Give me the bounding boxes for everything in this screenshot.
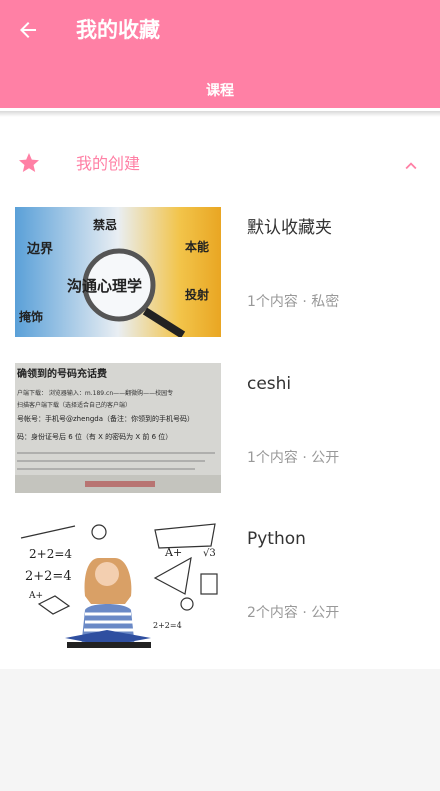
thumb-word: 掩饰 [19,309,43,324]
thumb-line: 号帐号：手机号@zhengda（备注：你领到的手机号码） [17,414,194,423]
thumb-word: √3 [203,548,216,559]
list-item[interactable]: 2+2=4 2+2=4 2+2=4 A+ A+ √3 Python 2个内容 ·… [0,518,440,648]
thumb-word: 2+2=4 [153,621,182,630]
section-label: 我的创建 [76,154,141,173]
thumb-line: 确领到的号码充话费 [17,367,107,380]
item-meta: 2个内容 · 公开 [247,605,340,621]
thumbnail-image: 确领到的号码充话费 户端下载： 浏览器输入：m.189.cn——翻微购——校园专… [15,363,221,493]
section-header-my-created[interactable]: 我的创建 [0,135,440,193]
arrow-left-icon [20,22,36,38]
header-shadow [0,111,440,117]
thumb-word: 边界 [26,241,53,257]
tab-course[interactable]: 课程 [0,70,440,110]
thumb-word: 禁忌 [93,217,117,232]
item-title: 默认收藏夹 [247,218,332,238]
list-item[interactable]: 确领到的号码充话费 户端下载： 浏览器输入：m.189.cn——翻微购——校园专… [0,363,440,493]
thumb-word: A+ [28,591,43,601]
thumb-word: A+ [164,546,182,559]
chevron-up-icon[interactable] [400,155,422,177]
thumb-line: 扫描客户端下载（选择适合自己的客户端） [17,401,131,409]
item-meta: 1个内容 · 私密 [247,294,340,310]
back-button[interactable] [14,16,42,44]
thumb-word: 投射 [185,287,209,302]
item-title: Python [247,529,306,549]
thumb-line: 码：身份证号后 6 位（有 X 的密码为 X 前 6 位） [17,432,172,441]
thumb-word: 本能 [185,239,209,254]
thumb-line: 户端下载： 浏览器输入：m.189.cn——翻微购——校园专 [17,389,173,397]
thumb-word: 沟通心理学 [67,277,142,295]
star-icon [19,153,39,172]
thumbnail-image: 禁忌 边界 本能 沟通心理学 掩饰 投射 [15,207,221,337]
page-title: 我的收藏 [76,18,160,42]
content-panel: 我的创建 禁忌 边界 本能 沟通心理学 掩饰 投射 默认收藏夹 1个内容 · 私… [0,111,440,669]
item-title: ceshi [247,374,292,394]
thumbnail-image: 2+2=4 2+2=4 2+2=4 A+ A+ √3 [15,518,221,648]
list-item[interactable]: 禁忌 边界 本能 沟通心理学 掩饰 投射 默认收藏夹 1个内容 · 私密 [0,207,440,337]
app-bar: 我的收藏 课程 [0,0,440,111]
thumb-word: 2+2=4 [25,569,72,584]
tab-label: 课程 [206,83,234,99]
item-meta: 1个内容 · 公开 [247,450,340,466]
thumb-word: 2+2=4 [29,547,72,561]
